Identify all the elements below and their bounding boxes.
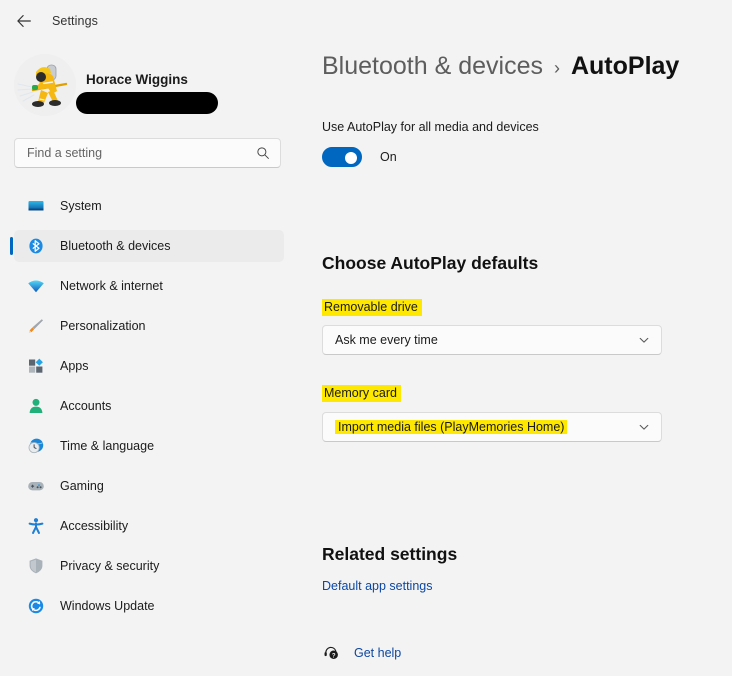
bluetooth-icon bbox=[24, 237, 48, 255]
sidebar-item-label: Windows Update bbox=[60, 599, 155, 613]
memory-card-value-wrapper: Import media files (PlayMemories Home) bbox=[335, 420, 629, 434]
removable-drive-label: Removable drive bbox=[322, 299, 422, 316]
sidebar-item-label: Bluetooth & devices bbox=[60, 239, 171, 253]
apps-icon bbox=[24, 357, 48, 375]
gamepad-icon bbox=[24, 477, 48, 495]
firefighter-avatar-icon bbox=[14, 54, 76, 116]
sidebar-item-accounts[interactable]: Accounts bbox=[14, 390, 284, 422]
sidebar-item-apps[interactable]: Apps bbox=[14, 350, 284, 382]
sidebar-item-network-internet[interactable]: Network & internet bbox=[14, 270, 284, 302]
page-title: AutoPlay bbox=[570, 52, 680, 80]
sidebar-item-label: Personalization bbox=[60, 319, 146, 333]
sidebar-item-system[interactable]: System bbox=[14, 190, 284, 222]
removable-drive-dropdown[interactable]: Ask me every time bbox=[322, 325, 662, 355]
sidebar-item-label: Accounts bbox=[60, 399, 112, 413]
choose-autoplay-defaults-heading: Choose AutoPlay defaults bbox=[322, 253, 539, 273]
breadcrumb-separator-icon: › bbox=[553, 58, 560, 78]
title-bar: Settings bbox=[0, 0, 732, 42]
person-icon bbox=[24, 397, 48, 415]
memory-card-value: Import media files (PlayMemories Home) bbox=[335, 420, 568, 434]
main-content: Bluetooth & devices › AutoPlay Use AutoP… bbox=[300, 42, 732, 676]
app-title: Settings bbox=[52, 14, 98, 28]
autoplay-toggle-row: On bbox=[322, 147, 397, 167]
user-name: Horace Wiggins bbox=[86, 72, 188, 87]
sidebar-item-label: Apps bbox=[60, 359, 89, 373]
back-button[interactable] bbox=[8, 5, 40, 37]
back-arrow-icon bbox=[17, 15, 31, 27]
user-email-redaction bbox=[76, 92, 218, 114]
wifi-icon bbox=[24, 277, 48, 295]
autoplay-toggle[interactable] bbox=[322, 147, 362, 167]
autoplay-toggle-state: On bbox=[380, 150, 397, 164]
help-headset-icon: ? bbox=[320, 644, 342, 661]
avatar bbox=[14, 54, 76, 116]
clock-globe-icon bbox=[24, 437, 48, 455]
breadcrumb-parent-link[interactable]: Bluetooth & devices bbox=[322, 52, 543, 81]
sidebar-item-time-language[interactable]: Time & language bbox=[14, 430, 284, 462]
chevron-down-icon bbox=[629, 334, 659, 346]
sidebar-item-label: Accessibility bbox=[60, 519, 129, 533]
svg-text:?: ? bbox=[331, 653, 335, 659]
search-input[interactable] bbox=[15, 146, 250, 160]
sidebar: Horace Wiggins System bbox=[0, 42, 300, 676]
sidebar-item-gaming[interactable]: Gaming bbox=[14, 470, 284, 502]
monitor-icon bbox=[24, 197, 48, 215]
accessibility-icon bbox=[24, 517, 48, 535]
get-help-label: Get help bbox=[354, 645, 402, 660]
toggle-knob bbox=[345, 152, 357, 164]
user-profile[interactable]: Horace Wiggins bbox=[14, 50, 284, 120]
sidebar-item-privacy-security[interactable]: Privacy & security bbox=[14, 550, 284, 582]
sidebar-item-label: Time & language bbox=[60, 439, 155, 453]
sidebar-item-accessibility[interactable]: Accessibility bbox=[14, 510, 284, 542]
sidebar-item-label: Network & internet bbox=[60, 279, 163, 293]
sidebar-item-personalization[interactable]: Personalization bbox=[14, 310, 284, 342]
search-icon bbox=[250, 146, 276, 160]
paintbrush-icon bbox=[24, 317, 48, 335]
update-icon bbox=[24, 597, 48, 615]
sidebar-item-label: Privacy & security bbox=[60, 559, 160, 573]
sidebar-item-windows-update[interactable]: Windows Update bbox=[14, 590, 284, 622]
sidebar-item-label: System bbox=[60, 199, 102, 213]
chevron-down-icon bbox=[629, 421, 659, 433]
sidebar-nav: System Bluetooth & devices Network & int… bbox=[0, 190, 300, 630]
default-app-settings-link[interactable]: Default app settings bbox=[322, 579, 433, 593]
search-box[interactable] bbox=[14, 138, 281, 168]
sidebar-item-bluetooth-devices[interactable]: Bluetooth & devices bbox=[10, 230, 284, 262]
memory-card-dropdown[interactable]: Import media files (PlayMemories Home) bbox=[322, 412, 662, 442]
memory-card-label: Memory card bbox=[322, 385, 401, 402]
autoplay-toggle-caption: Use AutoPlay for all media and devices bbox=[322, 120, 539, 134]
sidebar-item-label: Gaming bbox=[60, 479, 104, 493]
related-settings-heading: Related settings bbox=[322, 544, 458, 564]
get-help-link[interactable]: ? Get help bbox=[320, 644, 401, 661]
breadcrumb: Bluetooth & devices › AutoPlay bbox=[322, 52, 679, 81]
removable-drive-value: Ask me every time bbox=[335, 333, 438, 347]
shield-icon bbox=[24, 557, 48, 575]
